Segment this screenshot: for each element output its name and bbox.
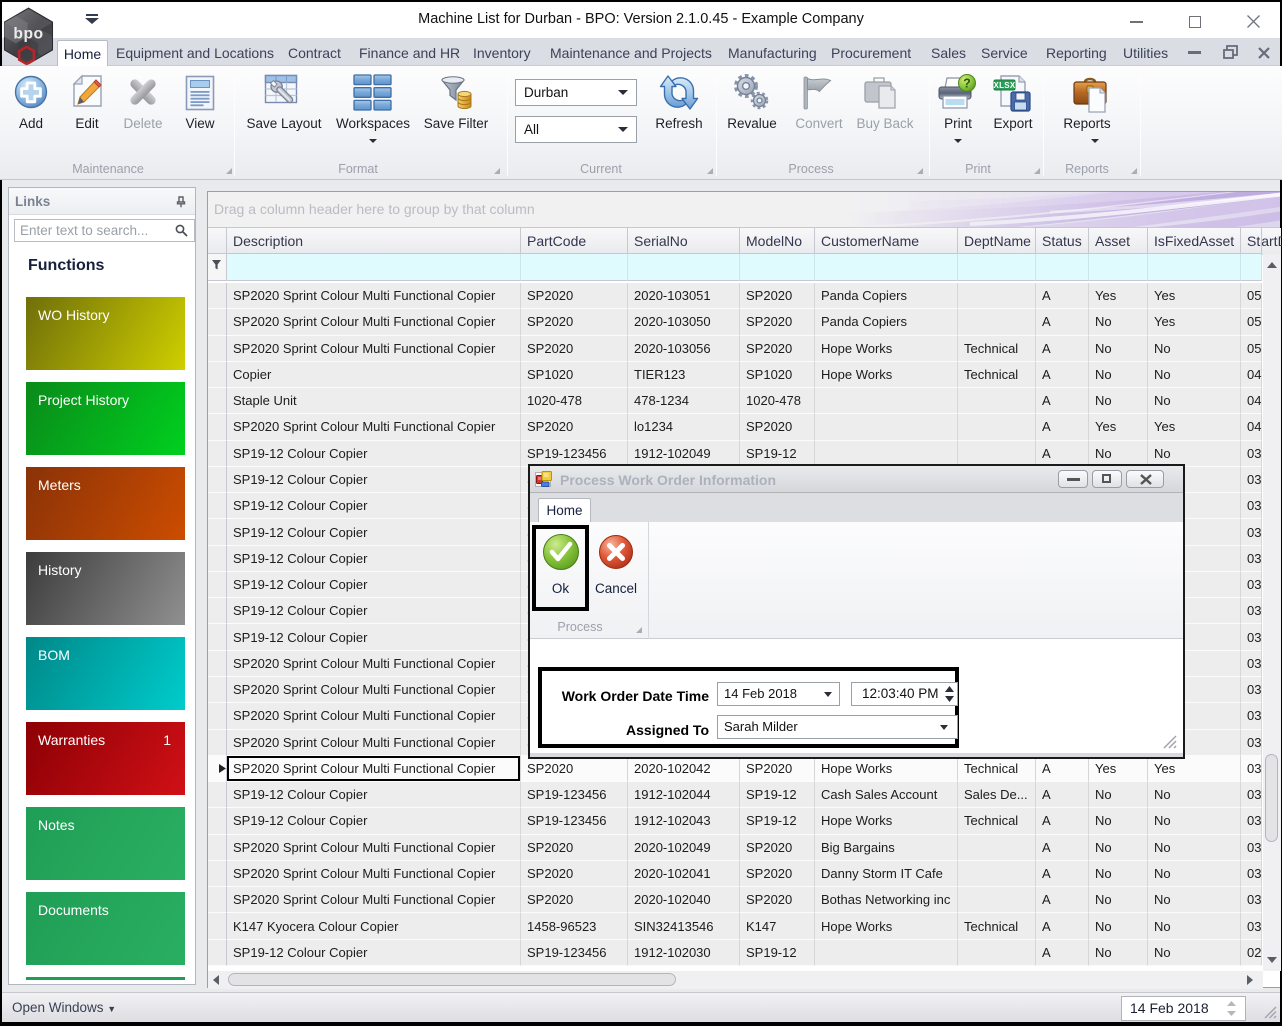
svg-text:?: ? — [963, 77, 971, 91]
svg-text:XLSX: XLSX — [993, 81, 1015, 90]
svg-text:bpo: bpo — [13, 25, 43, 42]
